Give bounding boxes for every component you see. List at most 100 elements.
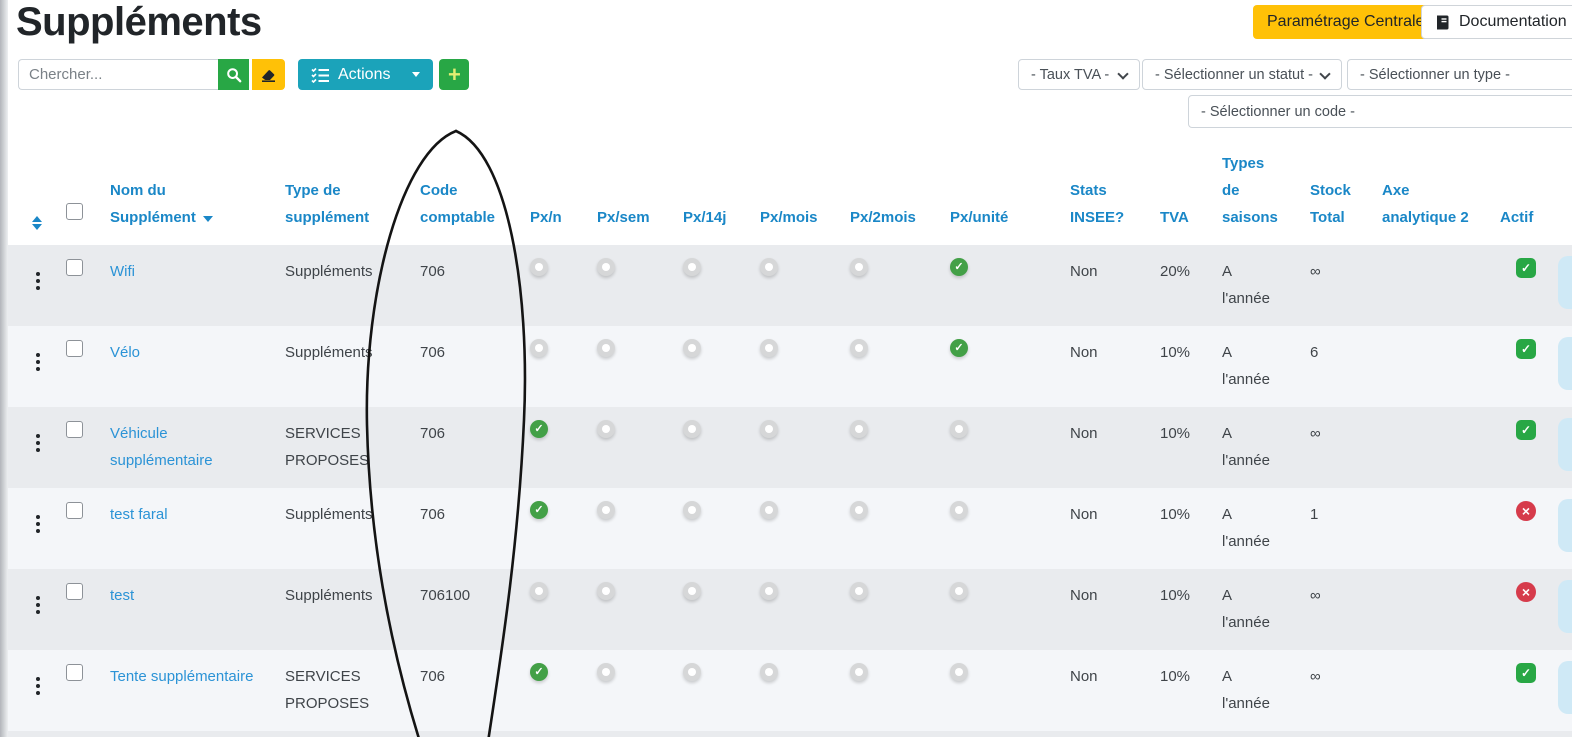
filter-statut-select[interactable]: - Sélectionner un statut -	[1142, 59, 1342, 90]
px-unite-cell: ✓	[926, 245, 1046, 326]
inactive-cross-icon[interactable]: ×	[1516, 582, 1536, 602]
actions-button[interactable]: Actions	[298, 59, 433, 90]
search-button[interactable]	[218, 59, 249, 90]
col-px-2mois[interactable]: Px/2mois	[826, 140, 926, 245]
row-checkbox[interactable]	[66, 421, 83, 438]
px-unite-cell: ✓	[926, 326, 1046, 407]
col-axe-analytique-2[interactable]: Axe analytique 2	[1358, 140, 1476, 245]
supplement-type-cell: Suppléments	[261, 245, 396, 326]
search-icon	[226, 67, 242, 83]
axe-analytique-2-cell	[1358, 326, 1476, 407]
actif-cell: ×	[1476, 488, 1536, 569]
col-type-de-supplement[interactable]: Type de supplément	[261, 140, 396, 245]
documentation-label: Documentation	[1459, 13, 1567, 31]
stock-total-cell: 6	[1286, 326, 1358, 407]
table-row: Wifi Suppléments 706 ✓ Non 20% A l'année…	[8, 245, 1572, 326]
row-action-button-partial[interactable]	[1558, 580, 1572, 633]
col-px-unite[interactable]: Px/unité	[926, 140, 1046, 245]
row-checkbox[interactable]	[66, 664, 83, 681]
col-code-comptable[interactable]: Code comptable	[396, 140, 506, 245]
col-px-n[interactable]: Px/n	[506, 140, 573, 245]
row-menu-kebab-icon[interactable]	[32, 432, 44, 454]
col-px-mois[interactable]: Px/mois	[736, 140, 826, 245]
radio-off-icon	[850, 501, 868, 519]
plus-icon: +	[448, 64, 461, 86]
clear-search-button[interactable]	[252, 59, 285, 90]
supplement-name-link[interactable]: Vélo	[110, 344, 140, 361]
sort-rows-icon[interactable]	[32, 216, 42, 230]
row-action-button-partial[interactable]	[1558, 418, 1572, 471]
radio-off-icon	[850, 258, 868, 276]
active-check-icon[interactable]: ✓	[1516, 663, 1536, 683]
row-checkbox[interactable]	[66, 502, 83, 519]
col-nom-du-supplement[interactable]: Nom du Supplément	[86, 140, 261, 245]
radio-off-icon	[597, 258, 615, 276]
row-checkbox[interactable]	[66, 259, 83, 276]
col-tva[interactable]: TVA	[1136, 140, 1198, 245]
toolbar: Actions +	[18, 59, 469, 90]
col-px-sem[interactable]: Px/sem	[573, 140, 659, 245]
col-stats-insee[interactable]: Stats INSEE?	[1046, 140, 1136, 245]
tva-cell: 20%	[1136, 245, 1198, 326]
radio-off-icon	[950, 420, 968, 438]
radio-off-icon	[850, 663, 868, 681]
supplement-type-cell: SERVICES PROPOSES	[261, 407, 396, 488]
filter-type-select[interactable]: - Sélectionner un type -	[1347, 59, 1572, 90]
stats-insee-cell: Non	[1046, 326, 1136, 407]
actif-cell: ✓	[1476, 650, 1536, 731]
row-action-button-partial[interactable]	[1558, 337, 1572, 390]
col-actif[interactable]: Actif	[1476, 140, 1536, 245]
radio-off-icon	[597, 339, 615, 357]
select-all-checkbox[interactable]	[66, 203, 83, 220]
supplement-name-link[interactable]: Véhicule supplémentaire	[110, 425, 213, 469]
row-action-button-partial[interactable]	[1558, 499, 1572, 552]
axe-analytique-2-cell	[1358, 488, 1476, 569]
search-input[interactable]	[18, 59, 218, 90]
filter-taux-tva-select[interactable]: - Taux TVA -	[1018, 59, 1140, 90]
row-menu-kebab-icon[interactable]	[32, 351, 44, 373]
row-action-button-partial[interactable]	[1558, 661, 1572, 714]
parametrage-centrale-button[interactable]: Paramétrage Centrale	[1253, 5, 1438, 39]
supplement-name-link[interactable]: Tente supplémentaire	[110, 668, 253, 685]
px-2mois-cell	[826, 650, 926, 731]
px-unite-cell	[926, 488, 1046, 569]
code-comptable-cell: 706100	[396, 569, 506, 650]
axe-analytique-2-cell	[1358, 407, 1476, 488]
row-checkbox[interactable]	[66, 340, 83, 357]
tva-cell: 10%	[1136, 326, 1198, 407]
types-de-saisons-cell: A l'année	[1198, 488, 1286, 569]
row-action-button-partial[interactable]	[1558, 256, 1572, 309]
actif-cell: ×	[1476, 569, 1536, 650]
px-14j-cell	[659, 569, 736, 650]
book-icon	[1434, 14, 1451, 31]
row-menu-kebab-icon[interactable]	[32, 675, 44, 697]
supplement-name-link[interactable]: test	[110, 587, 134, 604]
documentation-button[interactable]: Documentation	[1421, 5, 1572, 39]
eraser-icon	[260, 67, 277, 83]
supplement-name-link[interactable]: Wifi	[110, 263, 135, 280]
row-checkbox[interactable]	[66, 583, 83, 600]
add-supplement-button[interactable]: +	[439, 59, 469, 90]
px-2mois-cell	[826, 488, 926, 569]
code-comptable-cell: 706	[396, 245, 506, 326]
tva-cell: 10%	[1136, 488, 1198, 569]
active-check-icon[interactable]: ✓	[1516, 420, 1536, 440]
row-menu-kebab-icon[interactable]	[32, 513, 44, 535]
col-select-all	[42, 140, 86, 245]
px-n-cell: ✓	[506, 407, 573, 488]
filter-statut-value: - Sélectionner un statut -	[1155, 67, 1313, 83]
radio-off-icon	[950, 663, 968, 681]
col-px-14j[interactable]: Px/14j	[659, 140, 736, 245]
supplement-name-link[interactable]: test faral	[110, 506, 168, 523]
col-stock-total[interactable]: Stock Total	[1286, 140, 1358, 245]
col-sort	[8, 140, 42, 245]
active-check-icon[interactable]: ✓	[1516, 258, 1536, 278]
active-check-icon[interactable]: ✓	[1516, 339, 1536, 359]
row-menu-kebab-icon[interactable]	[32, 270, 44, 292]
radio-off-icon	[530, 339, 548, 357]
stock-total-cell: ∞	[1286, 407, 1358, 488]
col-types-de-saisons[interactable]: Types de saisons	[1198, 140, 1286, 245]
row-menu-kebab-icon[interactable]	[32, 594, 44, 616]
filter-code-select[interactable]: - Sélectionner un code -	[1188, 95, 1572, 128]
inactive-cross-icon[interactable]: ×	[1516, 501, 1536, 521]
